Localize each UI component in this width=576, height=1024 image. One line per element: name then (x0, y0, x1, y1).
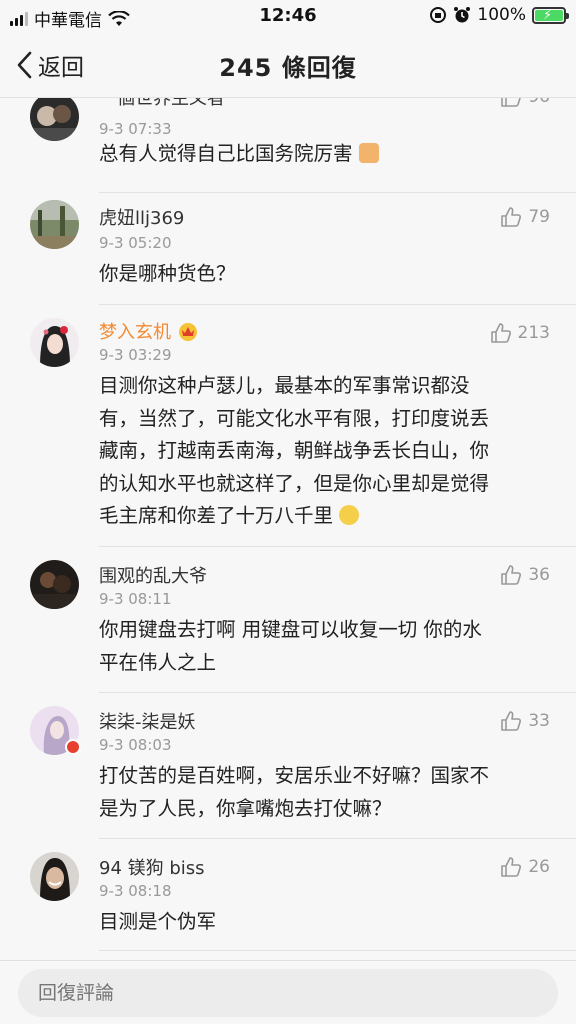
divider (99, 192, 576, 193)
like-button[interactable]: 33 (500, 710, 550, 732)
avatar[interactable] (30, 852, 79, 901)
like-button[interactable]: 79 (500, 206, 550, 228)
avatar[interactable] (30, 560, 79, 609)
divider (99, 304, 576, 305)
avatar[interactable] (30, 98, 79, 141)
smile-emoji (339, 505, 360, 525)
status-right: 100% ⚡ (429, 5, 569, 25)
like-count: 36 (528, 565, 550, 585)
alarm-icon (454, 7, 471, 23)
comment-text: 打仗苦的是百姓啊，安居乐业不好嘛？国家不 是为了人民，你拿嘴炮去打仗嘛？ (99, 764, 490, 820)
comment-item[interactable]: 围观的乱大爷 36 9-3 08:11 你用键盘去打啊 用键盘可以收复一切 你的… (0, 560, 576, 686)
comment-item[interactable]: 一個世界主义者 96 9-3 07:33 总有人觉得自己比国务院厉害 (0, 98, 576, 176)
comment-text: 目测是个伪军 (99, 910, 217, 933)
vip-crown-icon (177, 321, 199, 341)
comment-author[interactable]: 围观的乱大爷 (99, 562, 207, 588)
comment-time: 9-3 03:29 (99, 346, 172, 364)
divider (99, 692, 576, 693)
like-count: 26 (528, 857, 550, 877)
like-count: 96 (528, 98, 550, 107)
comment-text: 总有人觉得自己比国务院厉害 (99, 138, 549, 171)
comment-time: 9-3 05:20 (99, 234, 172, 252)
comment-text: 你用键盘去打啊 用键盘可以收复一切 你的水 平在伟人之上 (99, 618, 482, 674)
avatar[interactable] (30, 706, 81, 755)
divider (99, 838, 576, 839)
divider (99, 950, 576, 951)
like-button[interactable]: 26 (500, 856, 550, 878)
comment-time: 9-3 08:18 (99, 882, 172, 900)
thumbs-up-icon (501, 857, 522, 877)
screen: 中華電信 12:46 100% ⚡ 返回 245 條回復 一個世界主义者 9-3… (0, 0, 576, 1024)
like-button[interactable]: 213 (490, 322, 550, 344)
comment-time: 9-3 08:03 (99, 736, 172, 754)
avatar[interactable] (30, 200, 79, 249)
like-button[interactable]: 96 (500, 98, 550, 108)
comment-author[interactable]: 虎妞llj369 (99, 204, 184, 230)
comment-text: 目测你这种卢瑟儿，最基本的军事常识都没 有，当然了，可能文化水平有限，打印度说丢… (99, 374, 490, 527)
thumbs-up-icon (501, 98, 522, 107)
comment-author-vip[interactable]: 梦入玄机 (99, 318, 199, 344)
like-count: 213 (517, 323, 550, 343)
thumbs-up-emoji (358, 143, 379, 163)
thumbs-up-icon (501, 207, 522, 227)
comment-item[interactable]: 94 镁狗 biss 26 9-3 08:18 目测是个伪军 (0, 850, 576, 950)
battery-percent: 100% (477, 5, 526, 25)
status-bar: 中華電信 12:46 100% ⚡ (0, 0, 576, 34)
comment-text: 你是哪种货色？ (99, 262, 236, 285)
reply-input[interactable] (18, 969, 558, 1017)
page-title: 245 條回復 (219, 54, 357, 82)
comment-list[interactable]: 一個世界主义者 96 9-3 07:33 总有人觉得自己比国务院厉害 虎妞llj… (0, 98, 576, 960)
comment-author[interactable]: 94 镁狗 biss (99, 854, 205, 880)
like-count: 33 (528, 711, 550, 731)
reply-bar (0, 960, 576, 1024)
thumbs-up-icon (501, 565, 522, 585)
comment-author[interactable]: 柒柒-柒是妖 (99, 708, 196, 734)
comment-item[interactable]: 虎妞llj369 79 9-3 05:20 你是哪种货色？ (0, 200, 576, 300)
like-count: 79 (528, 207, 550, 227)
thumbs-up-icon (501, 711, 522, 731)
rotation-lock-icon (430, 7, 447, 23)
like-button[interactable]: 36 (500, 564, 550, 586)
verified-badge-icon (65, 739, 81, 755)
comment-item[interactable]: 柒柒-柒是妖 33 9-3 08:03 打仗苦的是百姓啊，安居乐业不好嘛？国家不… (0, 704, 576, 832)
nav-bar: 返回 245 條回復 (0, 34, 576, 98)
battery-icon: ⚡ (532, 6, 569, 24)
divider (99, 546, 576, 547)
comment-author[interactable]: 一個世界主义者 (99, 98, 225, 110)
avatar[interactable] (30, 318, 79, 367)
comment-item[interactable]: 梦入玄机 213 9-3 03:29 目测你这种卢瑟儿，最基本的军事常识都没 有… (0, 316, 576, 540)
thumbs-up-icon (490, 323, 511, 343)
comment-time: 9-3 08:11 (99, 590, 172, 608)
comment-time: 9-3 07:33 (99, 120, 172, 138)
